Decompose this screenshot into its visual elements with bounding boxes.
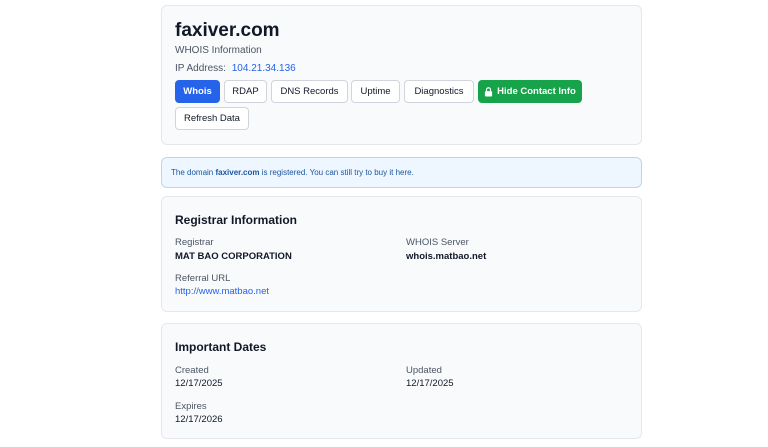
registrar-value: MAT BAO CORPORATION (175, 251, 292, 262)
created-label: Created (175, 365, 209, 376)
ip-address-line: IP Address: 104.21.34.136 (175, 63, 296, 74)
tab-whois[interactable]: Whois (175, 80, 220, 103)
alert-text: The domain faxiver.com is registered. Yo… (171, 168, 414, 177)
registrar-information-card: Registrar Information Registrar MAT BAO … (161, 196, 642, 312)
alert-domain: faxiver.com (215, 168, 260, 177)
whois-server-value: whois.matbao.net (406, 251, 487, 262)
registrar-section-title: Registrar Information (175, 213, 298, 227)
tab-diagnostics[interactable]: Diagnostics (404, 80, 474, 103)
refresh-data-button[interactable]: Refresh Data (175, 107, 249, 130)
expires-label: Expires (175, 401, 207, 412)
referral-url-link[interactable]: http://www.matbao.net (175, 286, 269, 297)
page-subtitle: WHOIS Information (175, 45, 262, 56)
tab-uptime[interactable]: Uptime (351, 80, 400, 103)
important-dates-card: Important Dates Created 12/17/2025 Updat… (161, 323, 642, 439)
tab-rdap[interactable]: RDAP (224, 80, 267, 103)
updated-label: Updated (406, 365, 442, 376)
hide-contact-info-button[interactable]: Hide Contact Info (478, 80, 582, 103)
domain-header-card: faxiver.com WHOIS Information IP Address… (161, 5, 642, 145)
dates-section-title: Important Dates (175, 340, 267, 354)
ip-label: IP Address: (175, 63, 226, 74)
alert-prefix: The domain (171, 168, 216, 177)
updated-value: 12/17/2025 (406, 378, 454, 389)
whois-server-label: WHOIS Server (406, 237, 469, 248)
tab-dns-records[interactable]: DNS Records (271, 80, 348, 103)
registrar-label: Registrar (175, 237, 214, 248)
expires-value: 12/17/2026 (175, 414, 223, 425)
registration-alert: The domain faxiver.com is registered. Yo… (161, 157, 642, 188)
hide-contact-info-label: Hide Contact Info (497, 86, 576, 97)
created-value: 12/17/2025 (175, 378, 223, 389)
referral-url-label: Referral URL (175, 273, 231, 284)
ip-address-value[interactable]: 104.21.34.136 (232, 63, 296, 74)
domain-title: faxiver.com (175, 20, 280, 41)
alert-suffix[interactable]: is registered. You can still try to buy … (260, 168, 414, 177)
lock-icon (485, 86, 493, 96)
